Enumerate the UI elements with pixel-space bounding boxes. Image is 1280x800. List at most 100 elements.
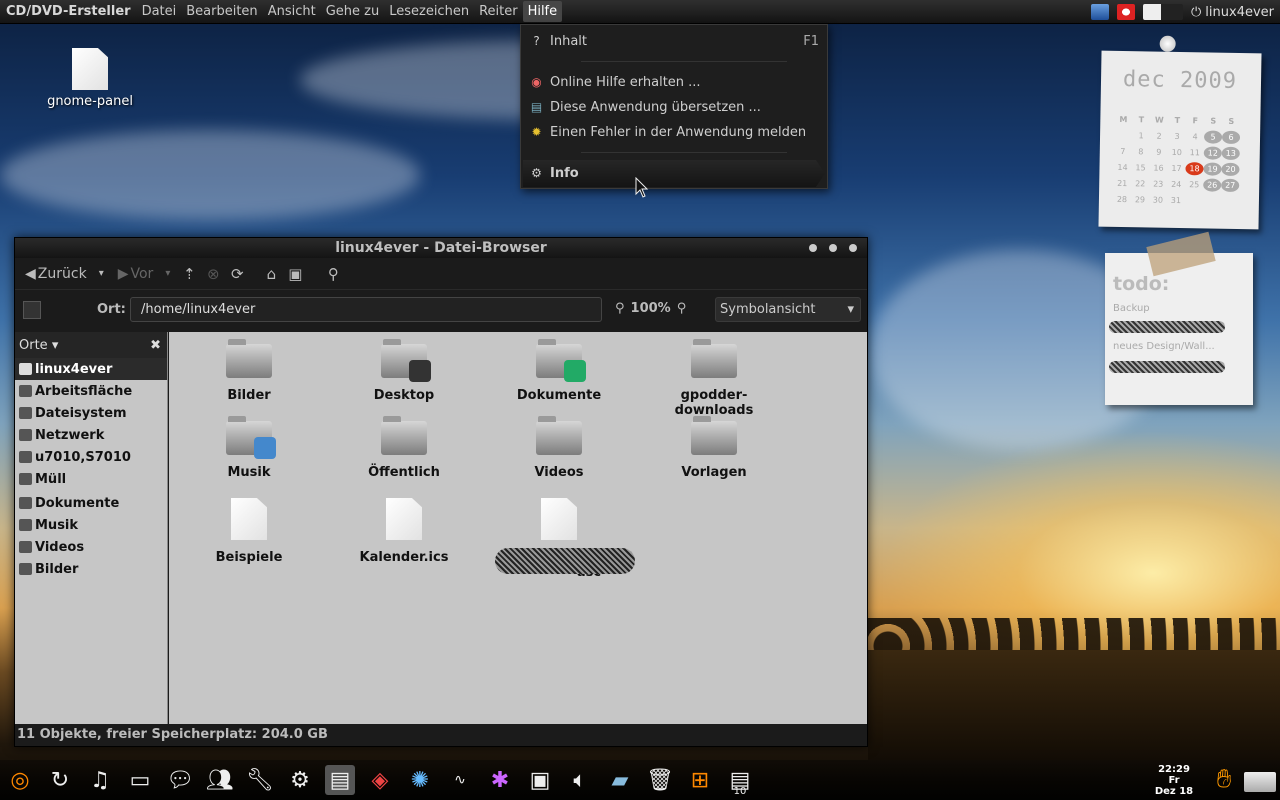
calendar-day[interactable]: 25 [1185,178,1203,191]
calendar-day[interactable]: 26 [1203,178,1222,192]
calendar-day[interactable] [1203,194,1221,207]
toggle-location-button[interactable] [23,301,41,319]
calendar-day[interactable]: 2 [1150,129,1168,142]
image-viewer-icon[interactable]: ▰ [605,765,635,795]
monitor-icon[interactable]: ▭ [125,765,155,795]
calendar-day[interactable] [1114,129,1132,142]
calendar-day[interactable]: 4 [1186,130,1204,143]
sidebar-item[interactable]: Arbeitsfläche [15,380,167,402]
menu-lesezeichen[interactable]: Lesezeichen [384,1,474,22]
forward-button[interactable]: ▶ Vor ▾ [114,264,175,284]
displays-icon[interactable]: ▣ [525,765,555,795]
gear-icon[interactable]: ⚙ [285,765,315,795]
sidebar-title-dropdown[interactable]: Orte ▾ [19,338,58,353]
file-manager-icon[interactable]: ▤ [325,765,355,795]
minimize-button[interactable] [809,244,817,252]
calendar-day[interactable] [1221,195,1239,208]
gnome-foot-icon[interactable]: ✋︎ [1209,764,1239,794]
zoom-in-icon[interactable]: ⚲ [677,301,687,316]
calendar-day[interactable]: 28 [1113,193,1131,206]
sidebar-item[interactable]: Videos [15,536,167,558]
music-icon[interactable]: ♫ [85,765,115,795]
user-menu[interactable]: ⏻ linux4ever [1191,5,1274,20]
sidebar-item[interactable]: Dokumente [15,492,167,514]
file-item[interactable]: rev. asc [489,498,635,580]
location-input[interactable]: /home/linux4ever [130,297,602,322]
calendar-day[interactable]: 30 [1149,193,1167,206]
zoom-out-icon[interactable]: ⚲ [615,301,625,316]
speaker-icon[interactable]: 🔈︎ [565,765,595,795]
calendar-day[interactable]: 1 [1132,129,1150,142]
calendar-day[interactable]: 18 [1185,162,1204,176]
calendar-day[interactable]: 11 [1186,146,1204,159]
folder-item[interactable]: Dokumente [489,339,629,403]
menu-item-inhalt[interactable]: ? Inhalt F1 [529,30,819,52]
app-title[interactable]: CD/DVD-Ersteller [6,4,131,19]
calendar-day[interactable]: 27 [1221,178,1240,193]
menu-datei[interactable]: Datei [137,1,182,22]
view-select[interactable]: Symbolansicht [715,297,861,322]
search-icon[interactable]: ⚲ [324,265,342,283]
trash-icon[interactable]: 🗑︎ [645,765,675,795]
menu-item-fehler-melden[interactable]: ✹ Einen Fehler in der Anwendung melden [529,121,819,143]
calendar-day[interactable]: 22 [1131,177,1149,190]
file-item[interactable]: Beispiele [179,498,319,565]
folder-item[interactable]: Vorlagen [644,416,784,480]
calendar-day[interactable]: 7 [1114,145,1132,158]
calendar-day[interactable]: 15 [1131,161,1149,174]
sparkle-icon[interactable]: ✱ [485,765,515,795]
chevron-down-icon[interactable]: ▾ [99,268,104,279]
stop-icon[interactable]: ⊗ [204,265,222,283]
menu-gehe-zu[interactable]: Gehe zu [321,1,385,22]
sidebar-item[interactable]: Bilder [15,558,167,580]
zoom-level[interactable]: 100% [631,301,671,316]
folder-item[interactable]: Musik [179,416,319,480]
chevron-down-icon[interactable]: ▾ [165,268,170,279]
calendar-day[interactable]: 29 [1131,193,1149,206]
notes-icon[interactable]: ▤ 10 [725,765,755,798]
calendar-day[interactable]: 10 [1168,146,1186,159]
calendar-day[interactable]: 3 [1168,130,1186,143]
menu-hilfe[interactable]: Hilfe [522,1,563,22]
menu-ansicht[interactable]: Ansicht [263,1,321,22]
folder-item[interactable]: Öffentlich [334,416,474,480]
window-titlebar[interactable]: linux4ever - Datei-Browser [15,238,867,258]
sidebar-item[interactable]: u7010,S7010 [15,446,167,468]
show-desktop-icon[interactable] [1244,772,1276,792]
calendar-day[interactable]: 8 [1132,145,1150,158]
calendar-day[interactable]: 23 [1149,177,1167,190]
menu-item-info[interactable]: ⚙ Info [529,162,819,184]
back-button[interactable]: ◀ Zurück ▾ [21,264,108,284]
file-item[interactable]: Kalender.ics [334,498,474,565]
calendar-day[interactable]: 9 [1150,145,1168,158]
calendar-day[interactable]: 17 [1167,162,1185,175]
menu-bearbeiten[interactable]: Bearbeiten [181,1,262,22]
calendar-day[interactable]: 19 [1203,162,1222,176]
calendar-day[interactable]: 14 [1113,161,1131,174]
close-button[interactable] [849,244,857,252]
refresh-app-icon[interactable]: ↻ [45,765,75,795]
folder-item[interactable]: Videos [489,416,629,480]
contacts-icon[interactable]: 👥︎ [205,765,235,795]
wrench-icon[interactable]: 🔧︎ [245,765,275,795]
network-error-icon[interactable] [1117,4,1135,20]
menu-item-uebersetzen[interactable]: ▤ Diese Anwendung übersetzen ... [529,96,819,118]
sidebar-item[interactable]: Netzwerk [15,424,167,446]
calendar-day[interactable]: 16 [1149,161,1167,174]
calendar-day[interactable]: 13 [1221,146,1240,161]
menu-item-online-hilfe[interactable]: ◉ Online Hilfe erhalten ... [529,71,819,93]
swirl-icon[interactable]: ✺ [405,765,435,795]
sidebar-item[interactable]: Musik [15,514,167,536]
sidebar-item[interactable]: Müll [15,468,167,490]
close-icon[interactable]: ✖ [150,338,161,353]
reload-icon[interactable]: ⟳ [228,265,246,283]
calendar-day[interactable] [1185,194,1203,207]
link-icon[interactable]: ∿ [445,765,475,795]
sidebar-item[interactable]: linux4ever [15,358,167,380]
media-icon[interactable]: ◈ [365,765,395,795]
folder-item[interactable]: gpodder-downloads [644,339,784,418]
home-icon[interactable]: ⌂ [262,265,280,283]
keyboard-layout-icon[interactable] [1091,4,1109,20]
clock[interactable]: 22:29 Fr Dez 18 [1150,764,1198,797]
firefox-icon[interactable]: ◎ [5,765,35,795]
